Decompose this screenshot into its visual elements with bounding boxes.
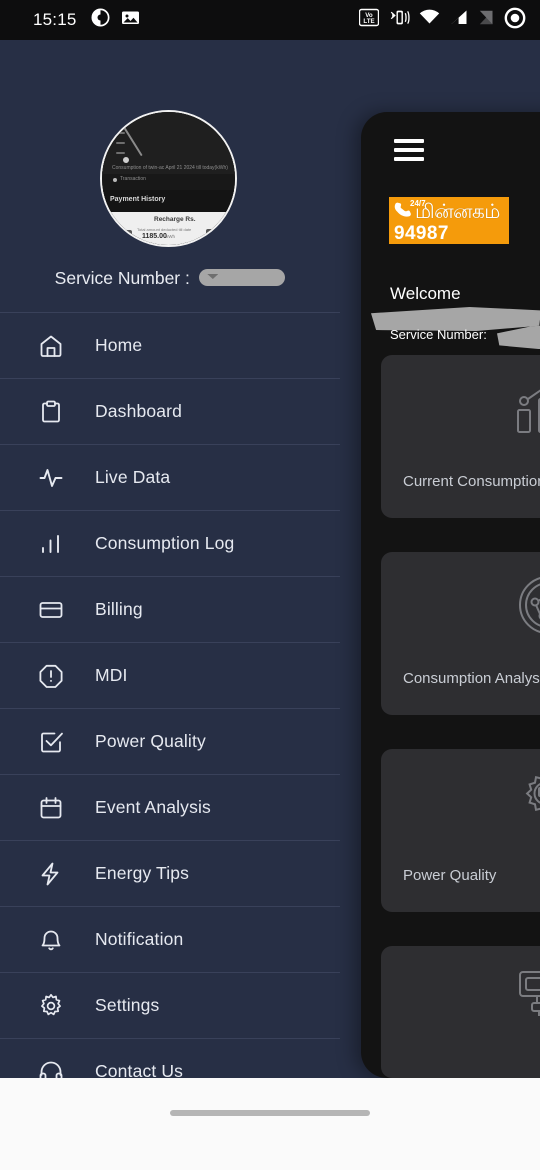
banner-tamil-text: மின்னகம் (415, 199, 500, 223)
app-content-panel[interactable]: 24/7 மின்னகம் 94987 94987 Welcome Servic… (361, 112, 540, 1078)
sidebar-item-label: Live Data (95, 467, 171, 487)
sidebar-item-contact-us[interactable]: Contact Us (0, 1038, 340, 1078)
analytics-circle-icon (517, 574, 540, 641)
avatar-text-amount: 1185.00 (142, 233, 167, 240)
headset-support-icon (36, 1057, 66, 1078)
sidebar-item-home[interactable]: Home (0, 312, 340, 378)
credit-card-icon (36, 595, 66, 625)
sidebar-item-label: Energy Tips (95, 863, 190, 883)
svg-text:LTE: LTE (363, 18, 374, 25)
drawer-menu: Home Dashboard Live Data Consumption Log (0, 312, 340, 1078)
clipboard-icon (36, 397, 66, 427)
battery-circle-icon (504, 7, 526, 34)
drawer-service-number-redacted (199, 269, 286, 286)
card-consumption-analysis[interactable]: Consumption Analysis (381, 552, 540, 715)
sidebar-item-label: Settings (95, 995, 160, 1015)
home-icon (36, 331, 66, 361)
drawer-service-number-label: Service Number : (54, 268, 190, 288)
card-current-consumption[interactable]: Current Consumption (381, 355, 540, 518)
sidebar-item-notification[interactable]: Notification (0, 906, 340, 972)
avatar-image: Consumption of twin-ac April 21 2024 til… (102, 112, 235, 245)
avatar-text-recharge: Recharge Rs. (154, 216, 196, 223)
app-screen: 15:15 Vo LTE Consumption of twin-ac Apri… (0, 0, 540, 1170)
alert-octagon-icon (36, 661, 66, 691)
sidebar-item-dashboard[interactable]: Dashboard (0, 378, 340, 444)
avatar-text-unit: kWh (166, 234, 175, 239)
sidebar-item-label: Event Analysis (95, 797, 211, 817)
gear-icon (36, 991, 66, 1021)
sidebar-item-label: Dashboard (95, 401, 182, 421)
lightning-bolt-icon (36, 859, 66, 889)
sidebar-item-power-quality[interactable]: Power Quality (0, 708, 340, 774)
sim-icon (477, 8, 495, 32)
card-energy-meter[interactable] (381, 946, 540, 1078)
drawer-service-number-row: Service Number : (0, 268, 340, 289)
card-power-quality[interactable]: Power Quality (381, 749, 540, 912)
helpline-banner[interactable]: 24/7 மின்னகம் 94987 94987 (389, 197, 509, 244)
card-label: Power Quality (403, 867, 497, 884)
banner-top-row: 24/7 மின்னகம் (392, 199, 506, 223)
hamburger-menu-icon[interactable] (394, 139, 424, 161)
sidebar-item-label: MDI (95, 665, 128, 685)
banner-badge-247: 24/7 (410, 199, 426, 208)
status-bar-left-icons (91, 8, 140, 32)
volte-icon: Vo LTE (358, 8, 380, 32)
bluetooth-vibrate-icon (388, 8, 410, 32)
sidebar-item-label: Billing (95, 599, 143, 619)
bar-chart-icon (36, 529, 66, 559)
sidebar-item-live-data[interactable]: Live Data (0, 444, 340, 510)
sidebar-item-label: Contact Us (95, 1061, 184, 1078)
status-bar: 15:15 Vo LTE (0, 0, 540, 40)
sidebar-item-billing[interactable]: Billing (0, 576, 340, 642)
panel-service-number-label: Service Number: (390, 327, 487, 342)
welcome-text: Welcome (390, 284, 461, 303)
wifi-icon (419, 8, 440, 32)
sidebar-item-settings[interactable]: Settings (0, 972, 340, 1038)
sidebar-item-label: Home (95, 335, 143, 355)
bell-icon (36, 925, 66, 955)
home-gesture-pill[interactable] (170, 1110, 370, 1116)
avatar-text-heading: Payment History (110, 196, 166, 203)
avatar-text-line1: Consumption of twin-ac April 21 2024 til… (112, 165, 228, 171)
gear-meter-icon (517, 771, 540, 838)
banner-phone-number: 94987 94987 (394, 223, 449, 244)
sidebar-item-energy-tips[interactable]: Energy Tips (0, 840, 340, 906)
sidebar-item-event-analysis[interactable]: Event Analysis (0, 774, 340, 840)
sidebar-item-mdi[interactable]: MDI (0, 642, 340, 708)
energy-meter-icon (517, 968, 540, 1029)
bar-chart-line-icon (515, 377, 540, 440)
signal-icon (449, 8, 468, 32)
image-icon (121, 8, 140, 32)
card-label: Consumption Analysis (403, 670, 540, 687)
avatar-text-line2: Transaction (120, 176, 146, 182)
sidebar-item-label: Notification (95, 929, 184, 949)
avatar-text-amount-caption: Total amount deducted till date (137, 227, 192, 232)
app-notification-icon (91, 8, 110, 32)
status-bar-right-icons: Vo LTE (358, 7, 526, 34)
status-bar-clock: 15:15 (33, 10, 77, 29)
sidebar-item-consumption-log[interactable]: Consumption Log (0, 510, 340, 576)
sidebar-item-label: Consumption Log (95, 533, 235, 553)
system-navigation-bar (0, 1078, 540, 1170)
sidebar-item-label: Power Quality (95, 731, 206, 751)
check-square-icon (36, 727, 66, 757)
calendar-icon (36, 793, 66, 823)
pulse-icon (36, 463, 66, 493)
card-label: Current Consumption (403, 473, 540, 490)
avatar[interactable]: Consumption of twin-ac April 21 2024 til… (100, 110, 237, 247)
